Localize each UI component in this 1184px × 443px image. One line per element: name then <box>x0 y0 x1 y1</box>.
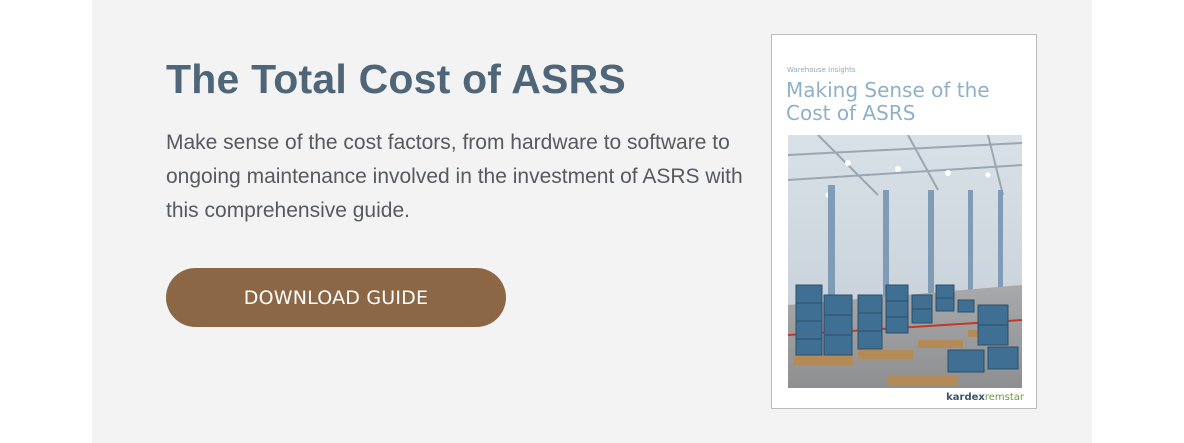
cover-title: Making Sense of the Cost of ASRS <box>786 78 990 125</box>
guide-cover-image: Warehouse Insights Making Sense of the C… <box>771 34 1037 409</box>
cover-eyebrow: Warehouse Insights <box>787 66 856 74</box>
promo-title: The Total Cost of ASRS <box>166 56 626 102</box>
promo-banner: The Total Cost of ASRS Make sense of the… <box>92 0 1092 443</box>
promo-description: Make sense of the cost factors, from har… <box>166 131 743 222</box>
cover-brand-logo: kardexremstar <box>946 392 1024 403</box>
download-guide-button[interactable]: DOWNLOAD GUIDE <box>166 268 506 327</box>
warehouse-photo <box>788 135 1022 388</box>
